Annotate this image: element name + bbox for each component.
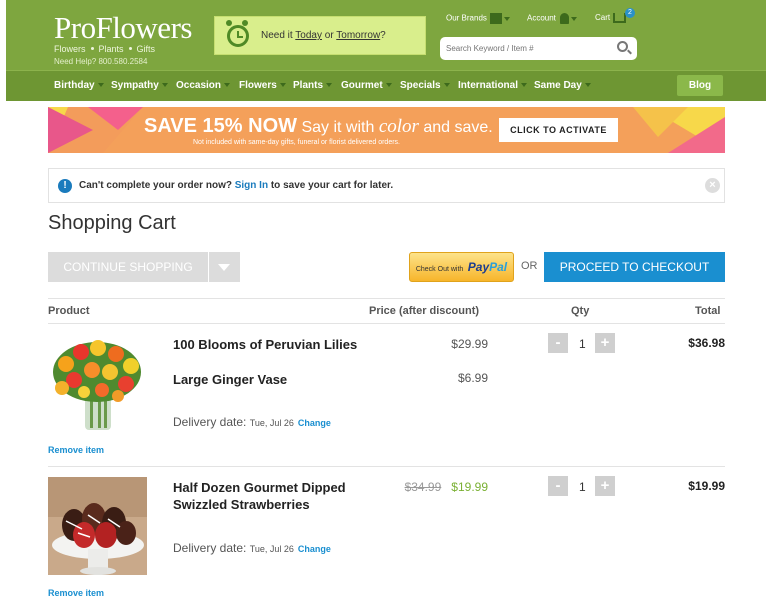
product-price: $29.99 bbox=[451, 337, 488, 351]
delivery-date: Delivery date: Tue, Jul 26 Change bbox=[173, 541, 331, 555]
alarm-clock-icon bbox=[227, 25, 249, 47]
tagline-plants: Plants bbox=[98, 44, 124, 54]
our-brands-link[interactable]: Our Brands bbox=[446, 13, 510, 24]
original-price: $34.99 bbox=[404, 480, 442, 494]
chevron-down-icon bbox=[584, 83, 591, 88]
nav-gourmet[interactable]: Gourmet bbox=[341, 80, 392, 91]
search-input[interactable] bbox=[446, 41, 606, 56]
logo-tagline: Flowers Plants Gifts bbox=[54, 44, 155, 55]
chevron-down-icon bbox=[326, 83, 333, 88]
column-header-qty: Qty bbox=[571, 305, 590, 317]
tagline-flowers: Flowers bbox=[54, 44, 86, 54]
product-name[interactable]: 100 Blooms of Peruvian Lilies bbox=[173, 336, 357, 353]
info-icon: ! bbox=[58, 179, 72, 193]
divider bbox=[48, 323, 725, 324]
addon-name: Large Ginger Vase bbox=[173, 372, 288, 387]
chevron-down-icon bbox=[570, 16, 577, 21]
search-bar bbox=[440, 37, 637, 60]
search-icon[interactable] bbox=[617, 41, 628, 52]
qty-decrease-button[interactable]: - bbox=[548, 476, 568, 496]
sign-in-link[interactable]: Sign In bbox=[235, 180, 268, 191]
page-title: Shopping Cart bbox=[48, 212, 176, 234]
close-icon[interactable]: × bbox=[705, 178, 720, 193]
qty-value: 1 bbox=[579, 337, 586, 351]
blog-button[interactable]: Blog bbox=[677, 75, 723, 96]
main-nav: Birthday Sympathy Occasion Flowers Plant… bbox=[6, 70, 766, 101]
nav-birthday[interactable]: Birthday bbox=[54, 80, 104, 91]
chevron-down-icon bbox=[521, 83, 528, 88]
tagline-gifts: Gifts bbox=[136, 44, 156, 54]
banner-headline: SAVE 15% NOW Say it with color and save. bbox=[144, 115, 493, 137]
qty-value: 1 bbox=[579, 480, 586, 494]
item-total: $36.98 bbox=[688, 336, 725, 350]
product-name[interactable]: Half Dozen Gourmet Dipped Swizzled Straw… bbox=[173, 479, 373, 513]
remove-item-link[interactable]: Remove item bbox=[48, 588, 104, 598]
strawberries-image bbox=[48, 477, 147, 575]
or-separator: OR bbox=[521, 260, 538, 272]
paypal-checkout-button[interactable]: Check Out with PayPal bbox=[409, 252, 514, 282]
addon-price: $6.99 bbox=[457, 371, 488, 385]
sale-price: $19.99 bbox=[451, 480, 488, 494]
continue-shopping-button[interactable]: CONTINUE SHOPPING bbox=[48, 252, 208, 282]
nav-sympathy[interactable]: Sympathy bbox=[111, 80, 168, 91]
chevron-down-icon bbox=[385, 83, 392, 88]
nav-occasion[interactable]: Occasion bbox=[176, 80, 231, 91]
nav-flowers[interactable]: Flowers bbox=[239, 80, 286, 91]
chevron-down-icon bbox=[503, 16, 510, 21]
product-price: $34.99 $19.99 bbox=[392, 480, 488, 494]
account-link[interactable]: Account bbox=[527, 13, 577, 24]
change-delivery-link[interactable]: Change bbox=[298, 544, 331, 554]
remove-item-link[interactable]: Remove item bbox=[48, 445, 104, 455]
divider bbox=[48, 298, 725, 299]
proceed-to-checkout-button[interactable]: PROCEED TO CHECKOUT bbox=[544, 252, 725, 282]
user-icon bbox=[559, 13, 569, 24]
lilies-bouquet-image bbox=[48, 334, 147, 432]
product-image-strawberries[interactable] bbox=[48, 477, 147, 575]
cart-count-badge: 2 bbox=[625, 8, 635, 18]
continue-dropdown-toggle[interactable] bbox=[209, 252, 240, 282]
nav-international[interactable]: International bbox=[458, 80, 528, 91]
promo-banner[interactable]: SAVE 15% NOW Say it with color and save.… bbox=[48, 107, 725, 153]
divider bbox=[48, 466, 725, 467]
help-phone: Need Help? 800.580.2584 bbox=[54, 57, 148, 66]
change-delivery-link[interactable]: Change bbox=[298, 418, 331, 428]
signin-notice: ! Can't complete your order now? Sign In… bbox=[48, 168, 725, 203]
qty-increase-button[interactable]: + bbox=[595, 476, 615, 496]
chevron-down-icon bbox=[224, 83, 231, 88]
chevron-down-icon bbox=[443, 83, 450, 88]
column-header-price: Price (after discount) bbox=[369, 305, 480, 317]
delivery-promo-text: Need it Today or Tomorrow? bbox=[261, 30, 386, 41]
item-total: $19.99 bbox=[688, 479, 725, 493]
nav-plants[interactable]: Plants bbox=[293, 80, 333, 91]
nav-specials[interactable]: Specials bbox=[400, 80, 450, 91]
column-header-product: Product bbox=[48, 305, 90, 317]
brands-icon bbox=[489, 13, 502, 24]
product-image-lilies[interactable] bbox=[48, 334, 147, 432]
activate-button[interactable]: CLICK TO ACTIVATE bbox=[499, 118, 618, 142]
chevron-down-icon bbox=[97, 83, 104, 88]
paypal-logo: PayPal bbox=[467, 260, 508, 274]
qty-increase-button[interactable]: + bbox=[595, 333, 615, 353]
qty-decrease-button[interactable]: - bbox=[548, 333, 568, 353]
delivery-promo: Need it Today or Tomorrow? bbox=[214, 16, 426, 55]
tomorrow-link[interactable]: Tomorrow bbox=[336, 30, 380, 41]
chevron-down-icon bbox=[161, 83, 168, 88]
today-link[interactable]: Today bbox=[295, 30, 322, 41]
proflowers-logo[interactable]: ProFlowers bbox=[54, 12, 192, 44]
notice-text: Can't complete your order now? Sign In t… bbox=[79, 180, 394, 191]
cart-link[interactable]: Cart bbox=[595, 13, 627, 23]
banner-disclaimer: Not included with same-day gifts, funera… bbox=[193, 139, 400, 146]
cart-icon bbox=[613, 13, 627, 23]
chevron-down-icon bbox=[279, 83, 286, 88]
nav-same-day[interactable]: Same Day bbox=[534, 80, 591, 91]
delivery-date: Delivery date: Tue, Jul 26 Change bbox=[173, 415, 331, 429]
column-header-total: Total bbox=[695, 305, 721, 317]
